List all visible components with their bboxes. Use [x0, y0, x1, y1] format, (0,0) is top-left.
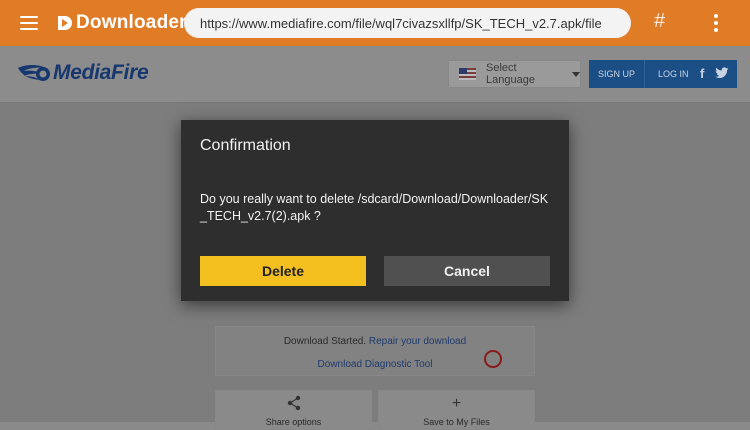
app-bar: Downloader https://www.mediafire.com/fil… — [0, 0, 750, 46]
app-name: Downloader — [76, 12, 187, 33]
cancel-button[interactable]: Cancel — [384, 256, 550, 286]
login-button[interactable]: LOG IN — [645, 69, 689, 79]
site-header: MediaFire Select Language SIGN UP LOG IN… — [0, 46, 750, 103]
language-select-label: Select Language — [486, 62, 535, 86]
mediafire-logo-text: MediaFire — [53, 61, 149, 84]
auth-box: SIGN UP LOG IN f — [589, 60, 737, 88]
dialog-message: Do you really want to delete /sdcard/Dow… — [200, 192, 549, 223]
repair-download-link[interactable]: Repair your download — [369, 336, 466, 347]
dialog-title: Confirmation — [200, 137, 291, 154]
delete-button[interactable]: Delete — [200, 256, 366, 286]
url-text: https://www.mediafire.com/file/wql7civaz… — [200, 15, 602, 31]
downloader-logo-icon — [58, 16, 72, 30]
caret-down-icon — [572, 71, 580, 77]
save-to-files-button[interactable]: + Save to My Files — [378, 390, 535, 430]
download-status-line: Download Started. Repair your download — [216, 336, 534, 347]
app-logo: Downloader — [56, 10, 187, 36]
share-options-button[interactable]: Share options — [215, 390, 372, 430]
facebook-icon[interactable]: f — [700, 66, 704, 81]
plus-icon: + — [451, 395, 462, 412]
mediafire-flame-icon — [18, 65, 50, 81]
signup-button[interactable]: SIGN UP — [589, 60, 645, 88]
twitter-icon[interactable] — [715, 67, 729, 79]
mediafire-logo[interactable]: MediaFire — [16, 61, 149, 85]
us-flag-icon — [459, 68, 476, 80]
hamburger-menu-icon[interactable] — [20, 14, 40, 32]
save-to-files-label: Save to My Files — [423, 417, 490, 427]
download-started-text: Download Started. — [283, 336, 367, 347]
language-select[interactable]: Select Language — [448, 60, 581, 88]
cursor-ring — [484, 350, 502, 368]
url-input[interactable]: https://www.mediafire.com/file/wql7civaz… — [184, 8, 631, 38]
hash-icon[interactable]: # — [654, 10, 665, 33]
share-options-label: Share options — [265, 417, 322, 427]
share-icon — [287, 395, 301, 411]
more-options-icon[interactable] — [713, 14, 719, 32]
confirmation-dialog: Confirmation Do you really want to delet… — [181, 120, 569, 301]
